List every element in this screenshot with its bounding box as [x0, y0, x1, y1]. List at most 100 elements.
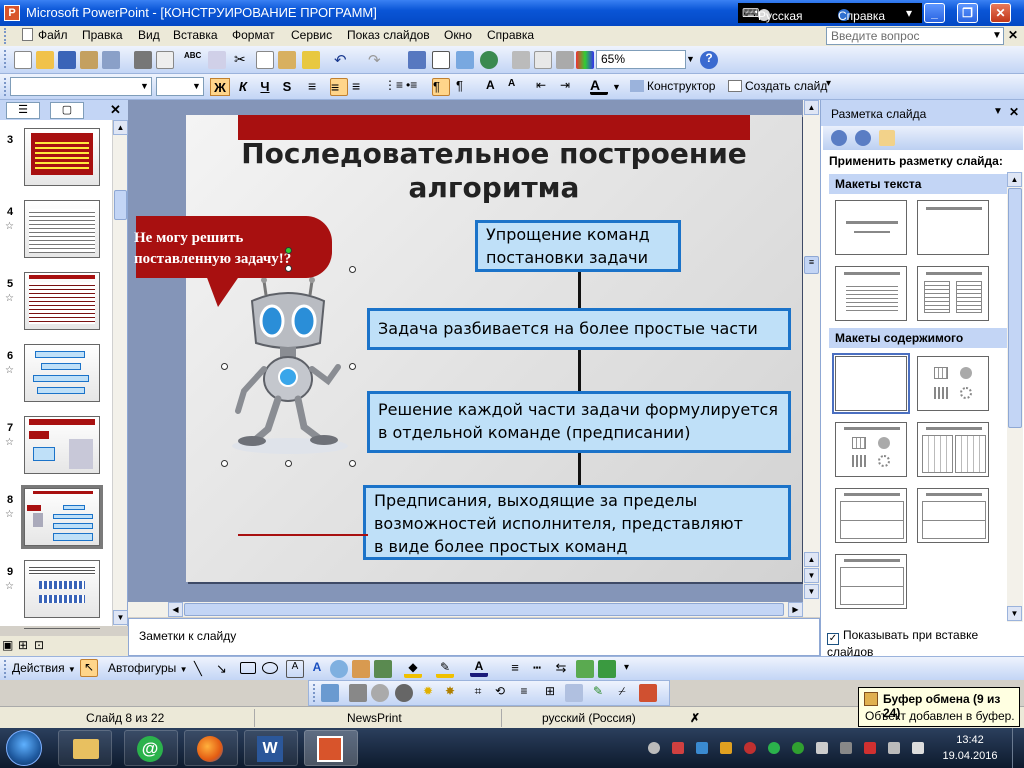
step-box-4[interactable]: Предписания, выходящие за пределы возмож… [363, 485, 791, 560]
compress-pictures-icon[interactable]: ⊞ [541, 684, 559, 702]
layout-two-content[interactable] [917, 422, 989, 477]
scroll-up-icon[interactable]: ▲ [804, 100, 819, 115]
powerpoint-app-icon[interactable]: P [4, 5, 20, 21]
menu-view[interactable]: Вид [138, 28, 160, 42]
menu-window[interactable]: Окно [444, 28, 472, 42]
color-icon[interactable] [349, 684, 367, 702]
resize-handle[interactable] [285, 460, 292, 467]
close-pane-icon[interactable]: ✕ [110, 102, 121, 118]
layout-four-content[interactable] [835, 488, 907, 543]
help-icon[interactable]: ? [700, 51, 718, 69]
toolbar-options-icon[interactable]: ▾ [826, 78, 831, 89]
size-dropdown-icon[interactable]: ▼ [192, 81, 201, 91]
menu-grip[interactable] [4, 28, 7, 44]
step-box-3[interactable]: Решение каждой части задачи формулируетс… [367, 391, 791, 453]
layout-title-text[interactable] [835, 266, 907, 321]
recolor-picture-icon[interactable] [565, 684, 583, 702]
scroll-thumb[interactable]: ≡ [804, 256, 819, 274]
step-box-2[interactable]: Задача разбивается на более простые част… [367, 308, 791, 350]
show-formatting-icon[interactable] [534, 51, 552, 69]
copy-icon[interactable] [256, 51, 274, 69]
italic-button[interactable]: К [234, 78, 252, 96]
show-on-insert-checkbox[interactable]: ✓ Показывать при вставке слайдов [827, 628, 1024, 659]
scroll-up-icon[interactable]: ▲ [113, 120, 128, 135]
new-slide-button[interactable]: Создать слайд [728, 79, 827, 93]
robot-image[interactable] [224, 271, 354, 457]
zoom-dropdown-icon[interactable]: ▼ [686, 54, 695, 64]
font-name-select[interactable] [10, 77, 152, 96]
previous-slide-icon[interactable]: ▲ [804, 552, 819, 567]
resize-handle[interactable] [221, 460, 228, 467]
more-contrast-icon[interactable] [371, 684, 389, 702]
designer-button[interactable]: Конструктор [630, 79, 715, 93]
slide-title[interactable]: Последовательное построение алгоритма [186, 137, 802, 205]
help-search-input[interactable]: Введите вопрос [826, 27, 1004, 45]
scroll-down-icon[interactable]: ▼ [113, 610, 128, 625]
show-grid-icon[interactable] [556, 51, 574, 69]
oval-icon[interactable] [262, 662, 278, 674]
tab-slides[interactable]: ▢ [50, 102, 84, 119]
font-color-icon[interactable]: A [590, 77, 608, 95]
mail-tray-icon[interactable] [768, 742, 780, 754]
tray-icon-1[interactable] [648, 742, 660, 754]
tray-icon-3[interactable] [696, 742, 708, 754]
notes-pane[interactable]: Заметки к слайду [128, 618, 820, 656]
crop-icon[interactable]: ⌗ [469, 684, 487, 702]
insert-chart-icon[interactable] [408, 51, 426, 69]
scroll-down-icon[interactable]: ▼ [804, 584, 819, 599]
font-dropdown-icon[interactable]: ▼ [140, 81, 149, 91]
help-dropdown-icon[interactable]: ▼ [992, 30, 1002, 41]
ltr-text-icon[interactable]: ¶ [432, 78, 450, 96]
format-picture-icon[interactable]: ✎ [589, 684, 607, 702]
menu-format[interactable]: Формат [232, 28, 275, 42]
paste-icon[interactable] [278, 51, 296, 69]
set-transparent-color-icon[interactable]: ⌿ [613, 684, 631, 702]
minimize-button[interactable]: _ [924, 3, 945, 23]
action-center-icon[interactable] [864, 742, 876, 754]
network-icon[interactable] [888, 742, 900, 754]
document-icon[interactable] [22, 28, 33, 44]
resize-handle[interactable] [285, 265, 292, 272]
layout-title-content[interactable] [835, 422, 907, 477]
toolbar-grip[interactable] [4, 50, 7, 68]
open-folder-icon[interactable] [36, 51, 54, 69]
rectangle-icon[interactable] [240, 662, 256, 674]
task-pane-scrollbar[interactable]: ▲ ▼ [1007, 172, 1023, 622]
tray-icon-5[interactable] [744, 742, 756, 754]
taskbar-explorer[interactable] [58, 730, 112, 766]
format-painter-icon[interactable] [302, 51, 320, 69]
rotate-handle[interactable] [285, 247, 292, 254]
3d-style-icon[interactable] [598, 660, 616, 678]
resize-handle[interactable] [349, 266, 356, 273]
autoshapes-button[interactable]: Автофигуры ▼ [108, 661, 188, 675]
layout-content-grid[interactable] [835, 554, 907, 609]
select-objects-icon[interactable]: ↖ [80, 659, 98, 677]
wordart-icon[interactable]: A [308, 660, 326, 678]
save-icon[interactable] [58, 51, 76, 69]
tray-icon-4[interactable] [720, 742, 732, 754]
decrease-font-icon[interactable]: A [508, 78, 526, 96]
bullets-icon[interactable]: •≡ [406, 78, 424, 96]
scroll-up-icon[interactable]: ▲ [1007, 172, 1022, 187]
align-right-icon[interactable]: ≡ [352, 78, 370, 96]
font-color-icon[interactable]: A [470, 659, 488, 677]
scroll-down-icon[interactable]: ▼ [1007, 606, 1022, 621]
slide-thumbnail-6[interactable] [24, 344, 100, 402]
slide-thumbnail-7[interactable] [24, 416, 100, 474]
slide-sorter-icon[interactable]: ⊞ [18, 638, 28, 652]
layout-title-2x2[interactable] [917, 488, 989, 543]
menu-help[interactable]: Справка [487, 28, 534, 42]
task-pane-menu-icon[interactable]: ▼ [993, 106, 1003, 117]
resize-handle[interactable] [349, 460, 356, 467]
toolbar-grip[interactable] [4, 660, 7, 678]
checkbox-checked-icon[interactable]: ✓ [827, 633, 839, 645]
font-color-dropdown-icon[interactable]: ▼ [612, 82, 621, 92]
print-preview-icon[interactable] [156, 51, 174, 69]
layout-blank[interactable] [832, 353, 910, 414]
shadow-button[interactable]: S [278, 78, 296, 96]
line-style-icon[interactable]: ≡ [506, 660, 524, 678]
expand-all-icon[interactable] [512, 51, 530, 69]
shadow-style-icon[interactable] [576, 660, 594, 678]
taskbar-word[interactable]: W [244, 730, 298, 766]
normal-view-icon[interactable]: ▣ [2, 638, 13, 652]
